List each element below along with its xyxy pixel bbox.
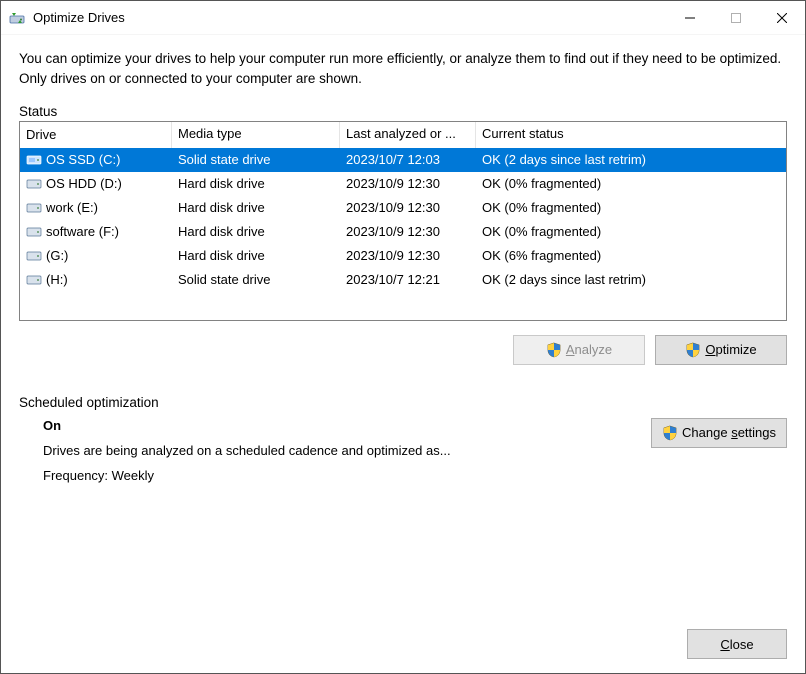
drive-icon [26, 248, 42, 264]
drive-last: 2023/10/9 12:30 [340, 248, 476, 263]
drive-last: 2023/10/9 12:30 [340, 200, 476, 215]
window-controls [667, 1, 805, 34]
status-label: Status [19, 104, 787, 121]
scheduled-optimization-section: Scheduled optimization On Drives are bei… [19, 395, 787, 493]
drive-media: Hard disk drive [172, 224, 340, 239]
description-text: You can optimize your drives to help you… [19, 43, 787, 104]
drive-last: 2023/10/9 12:30 [340, 176, 476, 191]
drive-status: OK (2 days since last retrim) [476, 272, 786, 287]
drive-name: software (F:) [46, 224, 119, 239]
scheduled-desc: Drives are being analyzed on a scheduled… [43, 443, 631, 458]
drive-name: OS SSD (C:) [46, 152, 120, 167]
drive-media: Hard disk drive [172, 176, 340, 191]
optimize-drives-icon [9, 10, 25, 26]
close-dialog-button[interactable]: Close [687, 629, 787, 659]
shield-icon [546, 342, 562, 358]
drive-last: 2023/10/9 12:30 [340, 224, 476, 239]
shield-icon [662, 425, 678, 441]
drive-name: (H:) [46, 272, 68, 287]
shield-icon [685, 342, 701, 358]
table-row[interactable]: work (E:) Hard disk drive2023/10/9 12:30O… [20, 196, 786, 220]
drive-last: 2023/10/7 12:03 [340, 152, 476, 167]
drive-name: (G:) [46, 248, 68, 263]
drive-status: OK (6% fragmented) [476, 248, 786, 263]
scheduled-info: On Drives are being analyzed on a schedu… [43, 418, 631, 493]
drive-status: OK (0% fragmented) [476, 200, 786, 215]
drive-icon [26, 200, 42, 216]
drive-icon [26, 152, 42, 168]
analyze-button: Analyze [513, 335, 645, 365]
drive-status: OK (2 days since last retrim) [476, 152, 786, 167]
drive-media: Solid state drive [172, 152, 340, 167]
drive-status: OK (0% fragmented) [476, 176, 786, 191]
drive-status: OK (0% fragmented) [476, 224, 786, 239]
maximize-button [713, 1, 759, 34]
drive-media: Hard disk drive [172, 200, 340, 215]
scheduled-freq: Frequency: Weekly [43, 468, 631, 483]
drive-icon [26, 176, 42, 192]
close-button[interactable] [759, 1, 805, 34]
optimize-drives-window: Optimize Drives You can optimize your dr… [0, 0, 806, 674]
drive-icon [26, 272, 42, 288]
table-row[interactable]: OS SSD (C:) Solid state drive2023/10/7 12… [20, 148, 786, 172]
drive-icon [26, 224, 42, 240]
content-area: You can optimize your drives to help you… [1, 35, 805, 673]
titlebar: Optimize Drives [1, 1, 805, 35]
window-title: Optimize Drives [33, 10, 125, 25]
footer: Close [19, 621, 787, 659]
optimize-button[interactable]: Optimize [655, 335, 787, 365]
change-settings-button[interactable]: Change settings [651, 418, 787, 448]
drive-name: OS HDD (D:) [46, 176, 122, 191]
scheduled-on: On [43, 418, 631, 433]
col-header-status[interactable]: Current status [476, 122, 786, 148]
scheduled-label: Scheduled optimization [19, 395, 787, 412]
drive-name: work (E:) [46, 200, 98, 215]
drive-media: Solid state drive [172, 272, 340, 287]
col-header-media[interactable]: Media type [172, 122, 340, 148]
minimize-button[interactable] [667, 1, 713, 34]
drive-list: Drive Media type Last analyzed or ... Cu… [19, 121, 787, 321]
col-header-drive[interactable]: Drive [20, 122, 172, 148]
table-row[interactable]: software (F:) Hard disk drive2023/10/9 12… [20, 220, 786, 244]
analyze-optimize-row: Analyze Optimize [19, 321, 787, 375]
drive-media: Hard disk drive [172, 248, 340, 263]
table-row[interactable]: (G:) Hard disk drive2023/10/9 12:30OK (6%… [20, 244, 786, 268]
col-header-last[interactable]: Last analyzed or ... [340, 122, 476, 148]
table-header: Drive Media type Last analyzed or ... Cu… [20, 122, 786, 148]
table-row[interactable]: (H:) Solid state drive2023/10/7 12:21OK (… [20, 268, 786, 292]
table-row[interactable]: OS HDD (D:) Hard disk drive2023/10/9 12:3… [20, 172, 786, 196]
drive-last: 2023/10/7 12:21 [340, 272, 476, 287]
